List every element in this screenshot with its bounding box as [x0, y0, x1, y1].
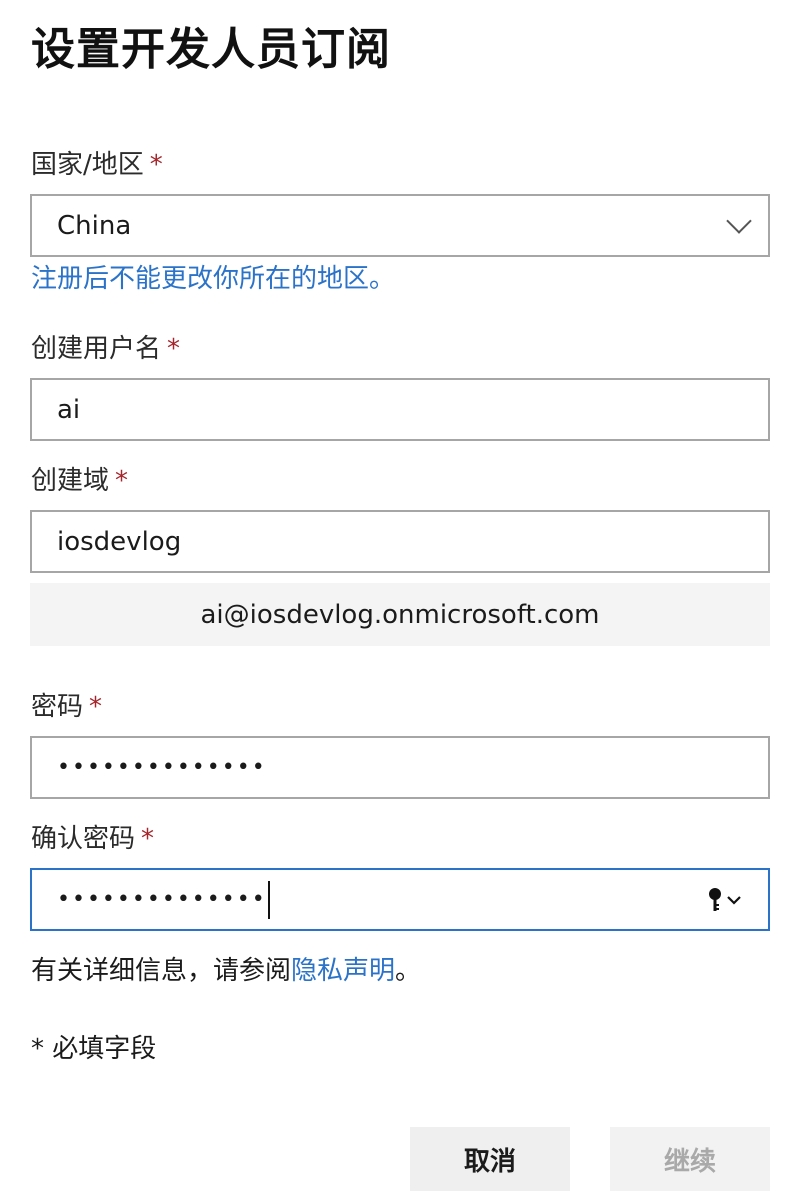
continue-button[interactable]: 继续 [610, 1127, 770, 1191]
privacy-info-text: 有关详细信息，请参阅 [31, 956, 292, 986]
page-title: 设置开发人员订阅 [31, 24, 391, 75]
confirm-password-label-text: 确认密码 [31, 824, 136, 854]
key-icon [708, 887, 722, 913]
email-preview: ai@iosdevlog.onmicrosoft.com [30, 583, 770, 646]
developer-subscription-form: 设置开发人员订阅 国家/地区 * China 注册后不能更改你所在的地区。 创建用… [0, 0, 800, 1198]
required-marker: * [141, 824, 155, 854]
required-marker: * [89, 692, 103, 722]
domain-input-value: iosdevlog [57, 526, 182, 557]
domain-label: 创建域 * [31, 464, 128, 498]
chevron-down-icon [726, 894, 742, 906]
confirm-password-input[interactable]: •••••••••••••• [30, 868, 770, 931]
required-marker: * [167, 334, 181, 364]
country-select-value: China [57, 210, 132, 241]
chevron-down-icon [726, 207, 752, 234]
password-label-text: 密码 [31, 692, 84, 722]
privacy-statement-link[interactable]: 隐私声明 [291, 956, 395, 986]
domain-label-text: 创建域 [31, 466, 110, 496]
country-label-text: 国家/地区 [31, 150, 144, 180]
confirm-password-label: 确认密码 * [31, 822, 154, 856]
confirm-password-input-value: •••••••••••••• [57, 886, 267, 912]
required-fields-note: * 必填字段 [31, 1034, 157, 1064]
privacy-info-suffix: 。 [395, 956, 422, 986]
text-caret [267, 880, 270, 919]
country-label: 国家/地区 * [31, 148, 163, 182]
password-manager-button[interactable] [708, 887, 742, 913]
domain-input[interactable]: iosdevlog [30, 510, 770, 573]
password-label: 密码 * [31, 690, 102, 724]
required-marker: * [115, 466, 129, 496]
cancel-button[interactable]: 取消 [410, 1127, 570, 1191]
privacy-info: 有关详细信息，请参阅隐私声明。 [31, 954, 421, 988]
required-marker: * [149, 150, 163, 180]
username-input[interactable]: ai [30, 378, 770, 441]
country-select[interactable]: China [30, 194, 770, 257]
password-input-value: •••••••••••••• [57, 754, 267, 780]
username-input-value: ai [57, 394, 81, 425]
country-hint: 注册后不能更改你所在的地区。 [31, 264, 396, 294]
password-input[interactable]: •••••••••••••• [30, 736, 770, 799]
username-label: 创建用户名 * [31, 332, 180, 366]
username-label-text: 创建用户名 [31, 334, 162, 364]
